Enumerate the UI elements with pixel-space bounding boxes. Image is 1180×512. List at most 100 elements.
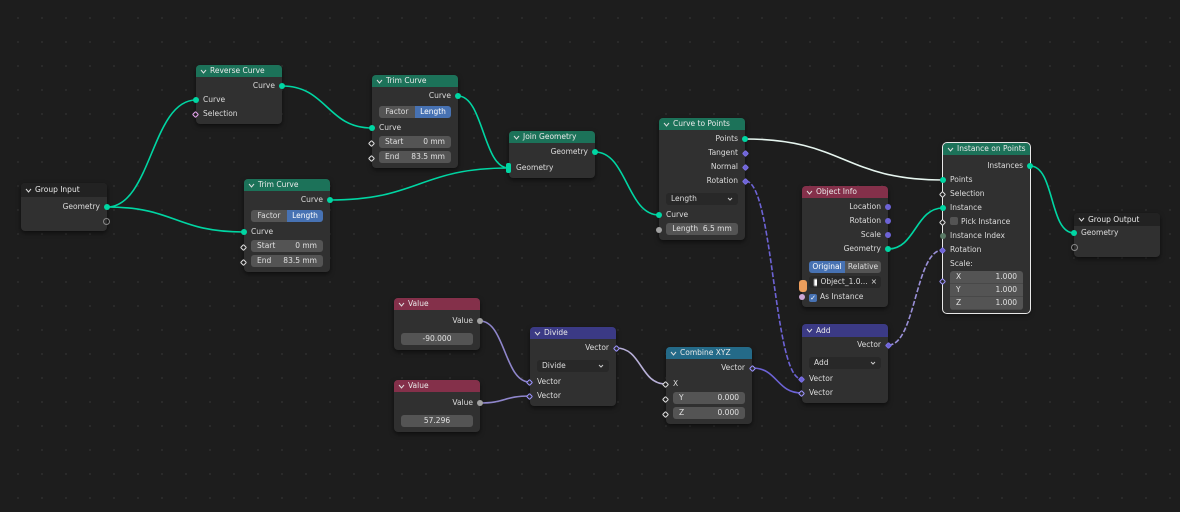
link-wire[interactable] [329,167,509,201]
chevron-down-icon[interactable] [806,328,813,333]
chevron-down-icon[interactable] [200,69,207,74]
start-socket[interactable] [239,243,248,251]
end-socket[interactable] [367,154,376,162]
instance-index-socket[interactable] [940,233,946,239]
as-instance-socket[interactable] [799,294,805,300]
node-value-1[interactable]: Value Value -90.000 [394,298,483,350]
y-field[interactable]: Y 0.000 [673,392,745,404]
start-socket[interactable] [367,139,376,147]
node-vector-divide[interactable]: Divide Vector Divide Vector Vector [525,327,621,406]
node-header[interactable]: Value [394,298,480,310]
normal-socket[interactable] [741,163,750,171]
link-wire[interactable] [887,207,944,250]
node-header[interactable]: Group Output [1074,213,1160,226]
chevron-down-icon[interactable] [1078,217,1085,222]
end-field[interactable]: End 83.5 mm [379,151,451,163]
mode-factor[interactable]: Factor [379,106,415,118]
mode-toggle[interactable]: Factor Length [251,210,323,222]
checkbox-checked-icon[interactable]: ✓ [809,294,817,302]
link-wire[interactable] [479,320,530,383]
geometry-socket[interactable] [104,204,110,210]
link-wire[interactable] [616,347,666,385]
chevron-down-icon[interactable] [25,188,32,193]
operation-dropdown[interactable]: Add [809,357,881,369]
y-socket[interactable] [661,395,670,403]
empty-socket[interactable] [103,218,110,225]
mode-factor[interactable]: Factor [251,210,287,222]
checkbox-unchecked-icon[interactable] [950,217,958,225]
node-value-2[interactable]: Value Value 57.296 [394,380,483,432]
length-field[interactable]: Length 6.5 mm [666,223,738,235]
mode-length[interactable]: Length [415,106,451,118]
x-socket[interactable] [661,380,670,388]
chevron-down-icon[interactable] [534,331,541,336]
location-socket[interactable] [885,204,891,210]
node-header[interactable]: Combine XYZ [666,347,752,359]
node-header[interactable]: Curve to Points [659,118,745,130]
value-field[interactable]: -90.000 [401,333,473,345]
link-wire[interactable] [106,206,245,233]
link-wire[interactable] [106,99,197,208]
node-header[interactable]: Add [802,324,888,337]
chevron-down-icon[interactable] [398,302,405,307]
value-socket[interactable] [477,318,483,324]
chevron-down-icon[interactable] [670,351,677,356]
chevron-down-icon[interactable] [248,183,255,188]
node-vector-add[interactable]: Add Vector Add Vector Vector [797,324,893,403]
vector-socket[interactable] [525,392,534,400]
vector-socket[interactable] [748,364,757,372]
selection-socket[interactable] [938,190,947,198]
curve-socket[interactable] [369,125,375,131]
start-field[interactable]: Start 0 mm [251,240,323,252]
transform-space-toggle[interactable]: Original Relative [809,261,881,273]
multi-input-socket[interactable] [506,163,511,173]
z-socket[interactable] [661,410,670,418]
curve-socket[interactable] [279,83,285,89]
node-header[interactable]: Reverse Curve [196,65,282,77]
node-header[interactable]: Join Geometry [509,131,595,143]
mode-length[interactable]: Length [287,210,323,222]
geometry-socket[interactable] [885,246,891,252]
length-socket[interactable] [656,227,662,233]
clear-icon[interactable]: × [871,276,877,288]
chevron-down-icon[interactable] [398,384,405,389]
curve-socket[interactable] [193,97,199,103]
vector-socket[interactable] [797,375,806,383]
tangent-socket[interactable] [741,149,750,157]
node-header[interactable]: Object Info [802,186,888,198]
scale-field[interactable]: X 1.000 Y 1.000 Z 1.000 [950,271,1023,310]
link-wire[interactable] [752,367,802,394]
pick-instance-socket[interactable] [938,218,947,226]
node-instance-on-points[interactable]: Instance on Points Instances Points Sele… [938,142,1033,314]
node-curve-to-points[interactable]: Curve to Points Points Tangent Normal Ro… [656,118,750,240]
instance-socket[interactable] [940,205,946,211]
pick-instance-checkbox[interactable]: Pick Instance [938,215,1030,229]
scale-socket[interactable] [885,232,891,238]
node-header[interactable]: Trim Curve [372,75,458,87]
link-wire[interactable] [888,249,943,346]
geometry-socket[interactable] [592,149,598,155]
node-group-input[interactable]: Group Input Geometry [21,183,110,231]
points-socket[interactable] [940,177,946,183]
vector-socket[interactable] [525,378,534,386]
mode-original[interactable]: Original [809,261,845,273]
node-header[interactable]: Instance on Points [943,143,1030,155]
node-object-info[interactable]: Object Info Location Rotation Scale Geom… [799,186,891,307]
vector-socket[interactable] [884,341,893,349]
rotation-socket[interactable] [938,246,947,254]
node-header[interactable]: Group Input [21,183,107,197]
value-socket[interactable] [477,400,483,406]
scale-z-field[interactable]: Z 1.000 [950,297,1023,310]
vector-socket[interactable] [797,389,806,397]
operation-dropdown[interactable]: Divide [537,360,609,372]
curve-socket[interactable] [656,212,662,218]
curve-socket[interactable] [241,229,247,235]
object-field[interactable]: Object_1.0... × [809,276,881,288]
curve-socket[interactable] [327,197,333,203]
rotation-socket[interactable] [885,218,891,224]
mode-toggle[interactable]: Factor Length [379,106,451,118]
chevron-down-icon[interactable] [947,147,954,152]
instances-socket[interactable] [1027,163,1033,169]
node-trim-curve-2[interactable]: Trim Curve Curve Factor Length Curve Star… [239,179,333,272]
node-combine-xyz[interactable]: Combine XYZ Vector X Y 0.000 Z 0.000 [661,347,757,424]
